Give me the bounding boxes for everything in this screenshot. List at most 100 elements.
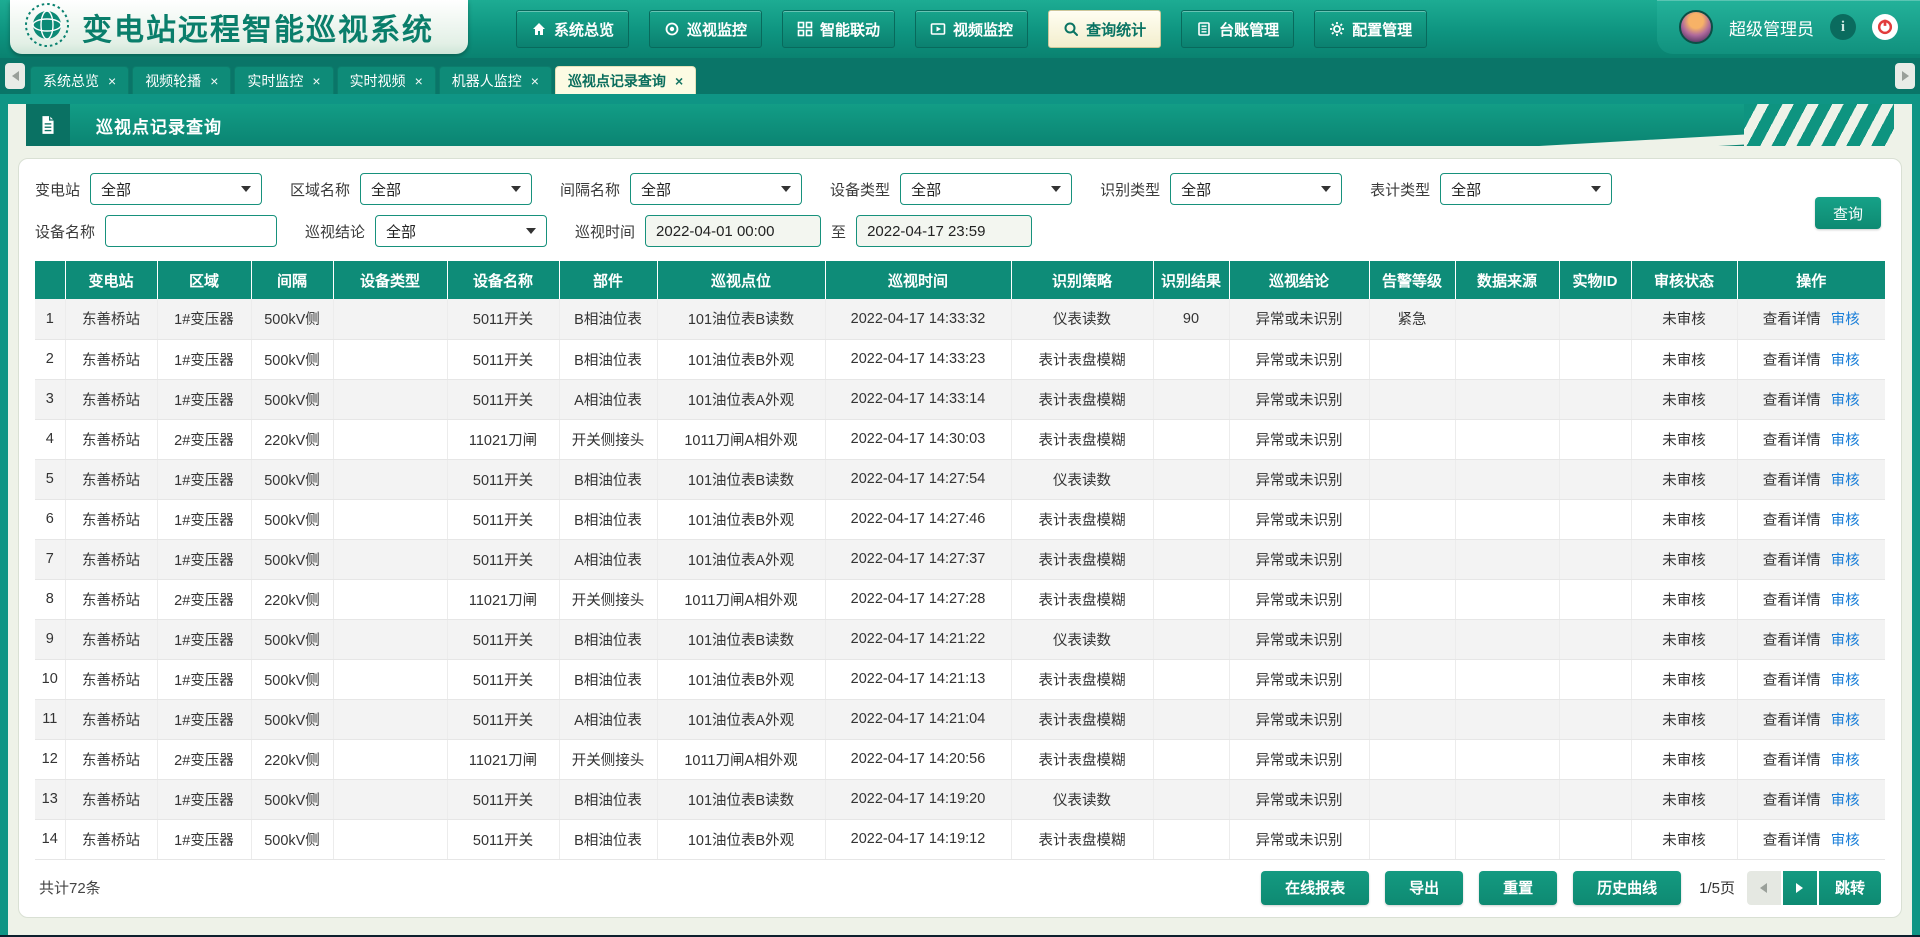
cell: 1011刀闸A相外观: [657, 579, 825, 619]
reset-button[interactable]: 重置: [1479, 871, 1557, 905]
close-icon[interactable]: ×: [210, 74, 218, 88]
chevron-down-icon: [241, 186, 251, 192]
tab-realtime-video[interactable]: 实时视频 ×: [337, 66, 436, 94]
nav-system-overview[interactable]: 系统总览: [516, 10, 629, 48]
view-detail-link[interactable]: 查看详情: [1763, 593, 1821, 609]
prev-page-button[interactable]: [1747, 871, 1781, 905]
cell: 1#变压器: [157, 539, 251, 579]
nav-config-management[interactable]: 配置管理: [1314, 10, 1427, 48]
tab-video-carousel[interactable]: 视频轮播 ×: [132, 66, 231, 94]
info-icon[interactable]: i: [1830, 14, 1856, 40]
tab-system-overview[interactable]: 系统总览 ×: [30, 66, 129, 94]
cell: [1153, 819, 1229, 859]
cell: [1455, 739, 1559, 779]
cell: 500kV侧: [251, 539, 333, 579]
tab-inspection-record-query[interactable]: 巡视点记录查询 ×: [555, 66, 696, 94]
audit-link[interactable]: 审核: [1831, 513, 1860, 529]
cell: 东善桥站: [65, 619, 157, 659]
cell: 5011开关: [447, 539, 559, 579]
view-detail-link[interactable]: 查看详情: [1763, 393, 1821, 409]
cell: [333, 739, 447, 779]
next-page-button[interactable]: [1783, 871, 1817, 905]
view-detail-link[interactable]: 查看详情: [1763, 633, 1821, 649]
query-button[interactable]: 查询: [1815, 197, 1881, 229]
view-detail-link[interactable]: 查看详情: [1763, 353, 1821, 369]
tab-scroll-right-button[interactable]: [1895, 63, 1915, 89]
close-icon[interactable]: ×: [675, 74, 683, 88]
view-detail-link[interactable]: 查看详情: [1763, 673, 1821, 689]
cell: 1#变压器: [157, 379, 251, 419]
view-detail-link[interactable]: 查看详情: [1763, 312, 1821, 328]
close-icon[interactable]: ×: [415, 74, 423, 88]
nav-smart-linkage[interactable]: 智能联动: [782, 10, 895, 48]
audit-link[interactable]: 审核: [1831, 553, 1860, 569]
recognition-type-select[interactable]: 全部: [1170, 173, 1342, 205]
audit-link[interactable]: 审核: [1831, 593, 1860, 609]
audit-link[interactable]: 审核: [1831, 753, 1860, 769]
history-curve-button[interactable]: 历史曲线: [1573, 871, 1681, 905]
audit-link[interactable]: 审核: [1831, 473, 1860, 489]
cell: 1#变压器: [157, 699, 251, 739]
nav-inspection-monitor[interactable]: 巡视监控: [649, 10, 762, 48]
cell: [1369, 499, 1455, 539]
avatar[interactable]: [1679, 10, 1713, 44]
view-detail-link[interactable]: 查看详情: [1763, 833, 1821, 849]
audit-link[interactable]: 审核: [1831, 393, 1860, 409]
cell: 2#变压器: [157, 739, 251, 779]
audit-link[interactable]: 审核: [1831, 793, 1860, 809]
page-title-bar: 巡视点记录查询: [26, 104, 1894, 146]
device-type-select[interactable]: 全部: [900, 173, 1072, 205]
audit-link[interactable]: 审核: [1831, 312, 1860, 328]
tab-scroll-left-button[interactable]: [5, 63, 25, 89]
nav-query-statistics[interactable]: 查询统计: [1048, 10, 1161, 48]
cell: [1559, 299, 1631, 339]
close-icon[interactable]: ×: [312, 74, 320, 88]
view-detail-link[interactable]: 查看详情: [1763, 473, 1821, 489]
meter-type-select[interactable]: 全部: [1440, 173, 1612, 205]
device-name-input[interactable]: [105, 215, 277, 247]
power-logout-icon[interactable]: [1872, 14, 1898, 40]
cell: B相油位表: [559, 619, 657, 659]
cell: [1559, 619, 1631, 659]
view-detail-link[interactable]: 查看详情: [1763, 793, 1821, 809]
audit-link[interactable]: 审核: [1831, 673, 1860, 689]
cell: 2022-04-17 14:19:20: [825, 779, 1011, 819]
view-detail-link[interactable]: 查看详情: [1763, 753, 1821, 769]
time-to-input[interactable]: [856, 215, 1032, 247]
cell: [333, 379, 447, 419]
jump-button[interactable]: 跳转: [1819, 871, 1881, 905]
close-icon[interactable]: ×: [531, 74, 539, 88]
tab-robot-monitor[interactable]: 机器人监控 ×: [439, 66, 552, 94]
actions-cell: 查看详情审核: [1737, 459, 1885, 499]
online-report-button[interactable]: 在线报表: [1261, 871, 1369, 905]
view-detail-link[interactable]: 查看详情: [1763, 553, 1821, 569]
audit-link[interactable]: 审核: [1831, 833, 1860, 849]
audit-link[interactable]: 审核: [1831, 713, 1860, 729]
cell: [1369, 819, 1455, 859]
export-button[interactable]: 导出: [1385, 871, 1463, 905]
audit-link[interactable]: 审核: [1831, 633, 1860, 649]
substation-select[interactable]: 全部: [90, 173, 262, 205]
conclusion-select[interactable]: 全部: [375, 215, 547, 247]
cell: 101油位表B外观: [657, 339, 825, 379]
area-select[interactable]: 全部: [360, 173, 532, 205]
nav-video-monitor[interactable]: 视频监控: [915, 10, 1028, 48]
view-detail-link[interactable]: 查看详情: [1763, 513, 1821, 529]
home-icon: [531, 21, 547, 37]
nav-ledger-management[interactable]: 台账管理: [1181, 10, 1294, 48]
cell: [1369, 459, 1455, 499]
view-detail-link[interactable]: 查看详情: [1763, 433, 1821, 449]
table-row: 7东善桥站1#变压器500kV侧5011开关A相油位表101油位表A外观2022…: [35, 539, 1885, 579]
bay-select[interactable]: 全部: [630, 173, 802, 205]
cell: [1153, 339, 1229, 379]
close-icon[interactable]: ×: [108, 74, 116, 88]
total-count: 共计72条: [39, 877, 101, 898]
audit-link[interactable]: 审核: [1831, 353, 1860, 369]
tab-realtime-monitor[interactable]: 实时监控 ×: [234, 66, 333, 94]
cell: [1559, 579, 1631, 619]
view-detail-link[interactable]: 查看详情: [1763, 713, 1821, 729]
chevron-down-icon: [1591, 186, 1601, 192]
time-from-input[interactable]: [645, 215, 821, 247]
col-component: 部件: [559, 261, 657, 299]
audit-link[interactable]: 审核: [1831, 433, 1860, 449]
